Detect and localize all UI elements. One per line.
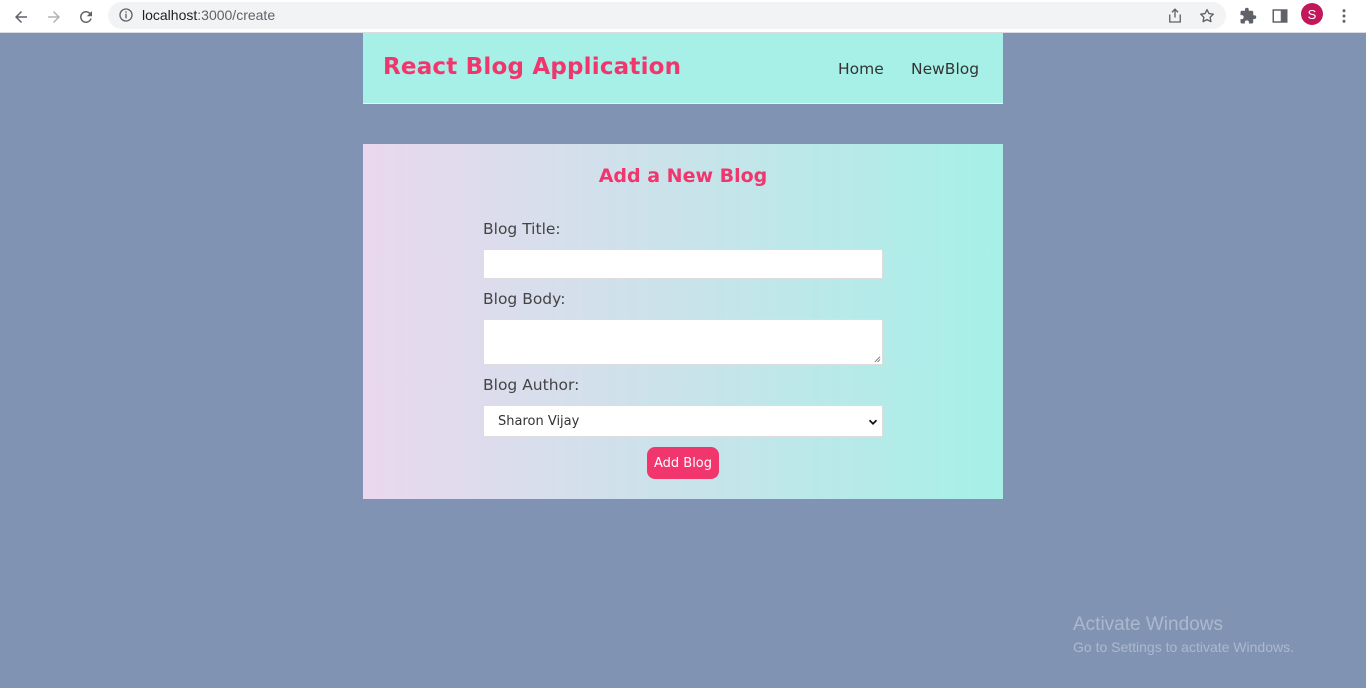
address-bar[interactable]: localhost:3000/create <box>108 2 1226 29</box>
profile-avatar[interactable]: S <box>1301 3 1323 25</box>
bookmark-star-icon[interactable] <box>1198 7 1216 25</box>
info-icon[interactable] <box>118 7 134 23</box>
extensions-icon[interactable] <box>1238 6 1258 26</box>
brand-title[interactable]: React Blog Application <box>383 54 681 80</box>
body-textarea[interactable] <box>483 319 883 365</box>
watermark-subtitle: Go to Settings to activate Windows. <box>1073 639 1294 655</box>
back-icon[interactable] <box>8 4 34 30</box>
resize-grip-icon[interactable] <box>872 354 881 363</box>
add-blog-button[interactable]: Add Blog <box>647 447 719 479</box>
author-select[interactable]: Sharon Vijay <box>483 405 883 437</box>
nav-link-home[interactable]: Home <box>838 60 884 78</box>
site-navbar: React Blog Application Home NewBlog <box>363 33 1003 104</box>
title-input[interactable] <box>483 249 883 279</box>
body-label: Blog Body: <box>483 290 566 308</box>
activate-windows-watermark: Activate Windows Go to Settings to activ… <box>1073 614 1294 655</box>
side-panel-icon[interactable] <box>1270 6 1290 26</box>
title-label: Blog Title: <box>483 220 561 238</box>
create-blog-card: Add a New Blog Blog Title: Blog Body: Bl… <box>363 144 1003 499</box>
chevron-down-icon <box>868 419 878 425</box>
form-heading: Add a New Blog <box>598 165 768 187</box>
author-selected-value: Sharon Vijay <box>498 414 580 429</box>
menu-kebab-icon[interactable] <box>1334 6 1354 26</box>
nav-link-newblog[interactable]: NewBlog <box>911 60 979 78</box>
watermark-title: Activate Windows <box>1073 614 1223 635</box>
browser-toolbar: localhost:3000/create S <box>0 0 1366 33</box>
author-label: Blog Author: <box>483 376 580 394</box>
url-text: localhost:3000/create <box>142 7 276 23</box>
share-icon[interactable] <box>1166 7 1184 25</box>
forward-icon[interactable] <box>41 4 67 30</box>
reload-icon[interactable] <box>73 4 99 30</box>
